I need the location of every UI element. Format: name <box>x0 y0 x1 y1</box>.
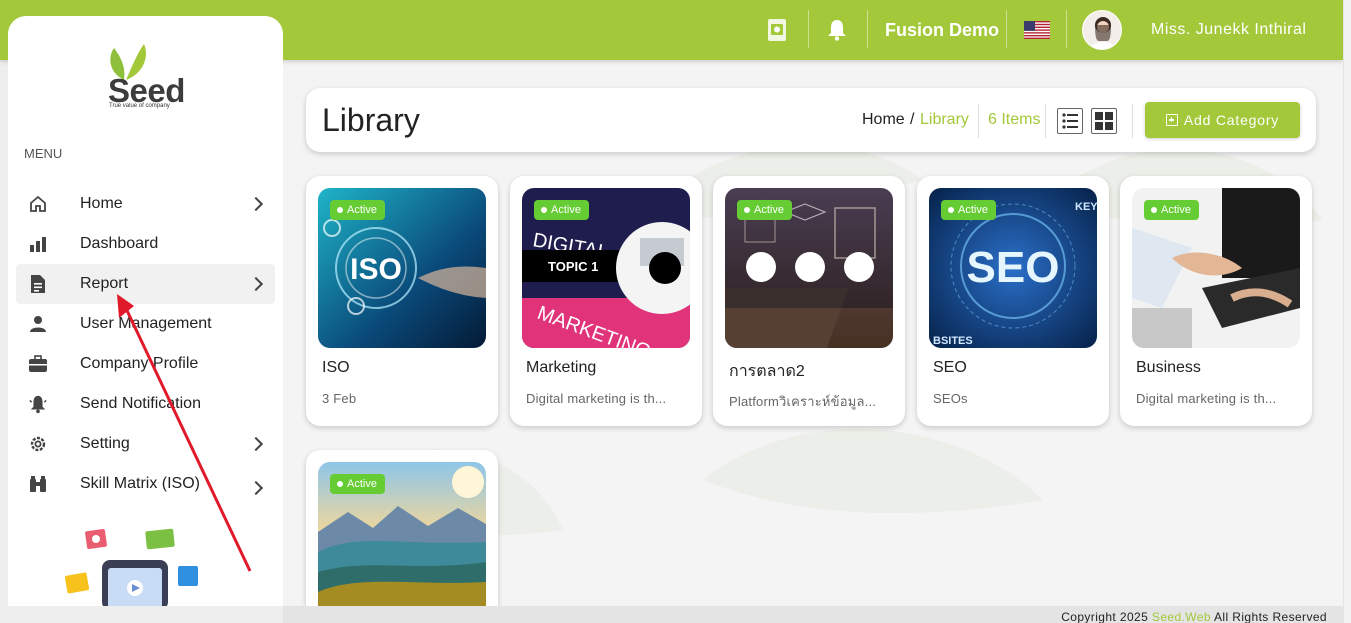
company-selector[interactable]: Fusion Demo <box>885 0 999 60</box>
sidebar-item-label: Dashboard <box>80 235 159 252</box>
user-icon <box>28 314 48 334</box>
menu-section-label: MENU <box>24 146 63 161</box>
grid-view-icon <box>1095 112 1113 130</box>
library-card-landscape[interactable]: Active <box>306 450 498 623</box>
us-flag-icon[interactable] <box>1023 0 1051 60</box>
book-icon[interactable] <box>764 0 790 60</box>
sidebar-item-send-notification[interactable]: Send Notification <box>16 384 275 424</box>
sidebar: Seed True value of company MENU Home Das… <box>8 16 283 606</box>
sidebar-item-label: User Management <box>80 315 212 332</box>
card-title: การตลาด2 <box>729 363 805 380</box>
status-badge: Active <box>330 200 385 220</box>
svg-text:SEO: SEO <box>967 243 1060 292</box>
library-card-business[interactable]: Active Business Digital marketing is th.… <box>1120 176 1312 426</box>
logo-tagline: True value of company <box>109 103 170 109</box>
library-card-marketing[interactable]: DIGITAL TOPIC 1 MARKETING Active Marketi… <box>510 176 702 426</box>
sidebar-item-label: Home <box>80 195 123 212</box>
bell-alert-icon <box>28 394 48 414</box>
status-badge: Active <box>737 200 792 220</box>
user-name[interactable]: Miss. Junekk Inthiral <box>1151 21 1306 39</box>
binoculars-icon <box>28 474 48 494</box>
sidebar-item-label: Setting <box>80 435 130 452</box>
card-title: SEO <box>933 359 967 376</box>
document-icon <box>28 274 48 294</box>
svg-text:BSITES: BSITES <box>933 335 973 347</box>
breadcrumb-home-link[interactable]: Home <box>862 111 905 129</box>
plus-square-icon <box>1165 114 1178 126</box>
phone-illustration <box>64 528 198 606</box>
add-category-button[interactable]: Add Category <box>1145 102 1300 138</box>
grid-view-button[interactable] <box>1091 108 1117 134</box>
list-view-button[interactable] <box>1057 108 1083 134</box>
card-title: ISO <box>322 359 350 376</box>
items-count: 6 Items <box>988 111 1041 128</box>
card-description: 3 Feb <box>322 391 357 406</box>
chevron-right-icon <box>248 196 264 212</box>
card-description: SEOs <box>933 391 968 406</box>
sidebar-item-home[interactable]: Home <box>16 184 275 224</box>
status-badge: Active <box>941 200 996 220</box>
card-description: Digital marketing is th... <box>1136 391 1277 406</box>
add-category-label: Add Category <box>1183 112 1280 128</box>
sidebar-item-setting[interactable]: Setting <box>16 424 275 464</box>
svg-text:ISO: ISO <box>350 253 402 286</box>
status-badge: Active <box>1144 200 1199 220</box>
svg-text:KEY: KEY <box>1075 201 1097 213</box>
sidebar-item-report[interactable]: Report <box>16 264 275 304</box>
status-badge: Active <box>330 474 385 494</box>
page-scrollbar[interactable] <box>1343 0 1351 623</box>
chevron-right-icon <box>248 480 264 496</box>
sidebar-item-user-management[interactable]: User Management <box>16 304 275 344</box>
sidebar-item-label: Send Notification <box>80 395 201 412</box>
card-description: Platformวิเคราะห์ข้อมูล... <box>729 394 877 409</box>
library-card-seo[interactable]: SEO KEY BSITES Active SEO SEOs <box>917 176 1109 426</box>
sidebar-item-label: Company Profile <box>80 355 199 372</box>
sidebar-item-company-profile[interactable]: Company Profile <box>16 344 275 384</box>
user-avatar[interactable] <box>1082 0 1122 60</box>
page-title: Library <box>322 102 420 138</box>
chevron-right-icon <box>248 436 264 452</box>
list-view-icon <box>1062 113 1078 129</box>
card-description: Digital marketing is th... <box>526 391 667 406</box>
chevron-right-icon <box>248 276 264 292</box>
bell-icon[interactable] <box>825 0 849 60</box>
sidebar-item-dashboard[interactable]: Dashboard <box>16 224 275 264</box>
page-header: Library Home / Library 6 Items Add Categ… <box>306 88 1316 152</box>
card-title: Marketing <box>526 359 597 376</box>
company-name[interactable]: Fusion Demo <box>885 20 999 41</box>
breadcrumb-separator: / <box>910 111 915 128</box>
library-card-iso[interactable]: ISO Active ISO 3 Feb <box>306 176 498 426</box>
sidebar-item-skill-matrix[interactable]: Skill Matrix (ISO) <box>16 464 275 504</box>
card-title: Business <box>1136 359 1201 376</box>
footer: Copyright 2025 Seed.Web All Rights Reser… <box>283 606 1343 623</box>
gear-icon <box>28 434 48 454</box>
sidebar-item-label: Skill Matrix (ISO) <box>80 475 200 492</box>
home-icon <box>28 194 48 214</box>
breadcrumb-current: Library <box>920 111 969 128</box>
footer-brand-link[interactable]: Seed.Web <box>1152 610 1211 623</box>
copyright-text: Copyright 2025 Seed.Web All Rights Reser… <box>1061 610 1327 623</box>
sidebar-item-label: Report <box>80 275 129 292</box>
bar-chart-icon <box>28 234 48 254</box>
svg-text:TOPIC 1: TOPIC 1 <box>548 259 598 274</box>
user-menu[interactable]: Miss. Junekk Inthiral <box>1151 0 1306 60</box>
library-card-marketing-2[interactable]: Active การตลาด2 Platformวิเคราะห์ข้อมูล.… <box>713 176 905 426</box>
briefcase-icon <box>28 354 48 374</box>
status-badge: Active <box>534 200 589 220</box>
